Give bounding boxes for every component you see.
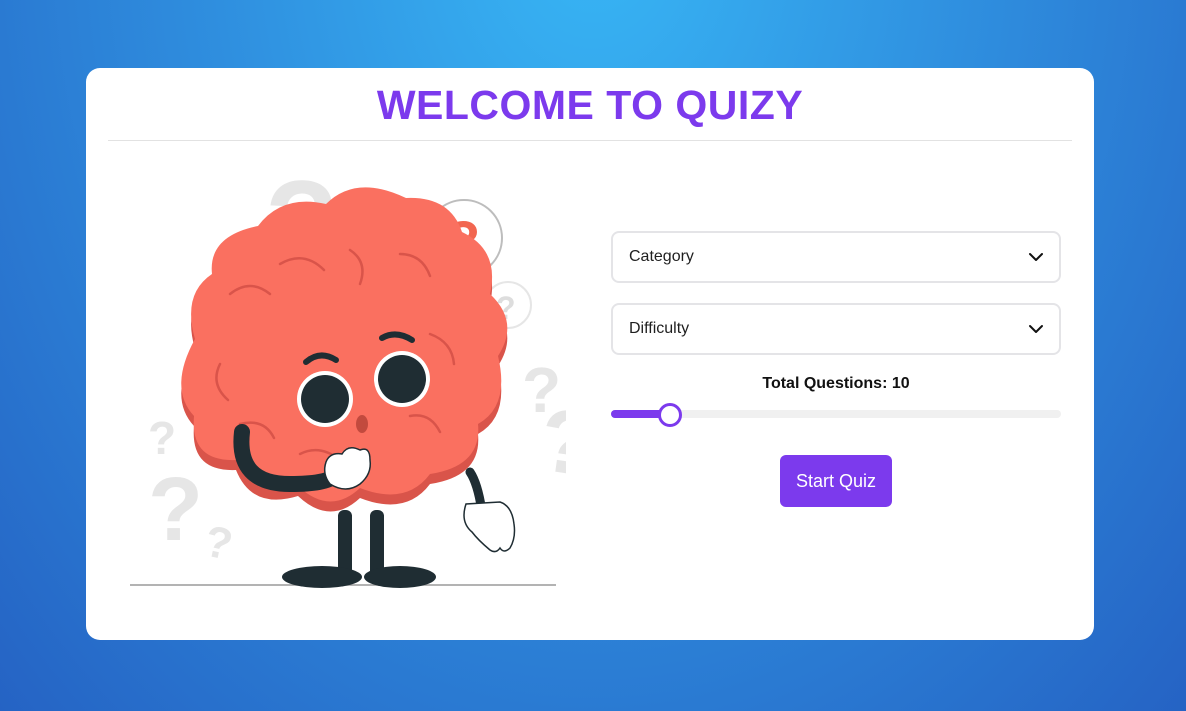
page-title: WELCOME TO QUIZY	[376, 82, 804, 128]
slider-thumb[interactable]	[657, 403, 682, 427]
thinking-brain-illustration: ? ? ? ? ? ? ? ? ? ?	[130, 156, 566, 588]
chevron-down-icon	[1029, 325, 1043, 333]
svg-text:?: ?	[148, 412, 176, 464]
question-count-slider[interactable]	[611, 403, 1061, 427]
start-quiz-button[interactable]: Start Quiz	[779, 455, 893, 507]
quiz-settings-form: Category Difficulty Total Questions: 10 …	[611, 231, 1061, 507]
category-select[interactable]: Category	[611, 231, 1061, 283]
svg-text:?: ?	[148, 460, 203, 560]
difficulty-select-value: Difficulty	[629, 320, 690, 337]
difficulty-select[interactable]: Difficulty	[611, 303, 1061, 355]
svg-text:?: ?	[200, 516, 236, 570]
brain-legs	[282, 510, 436, 588]
category-select-value: Category	[629, 248, 694, 265]
brain-right-arm	[463, 467, 516, 553]
chevron-down-icon	[1029, 253, 1043, 261]
title-divider	[108, 140, 1072, 141]
total-questions-label: Total Questions: 10	[762, 375, 910, 392]
welcome-card: WELCOME TO QUIZY ? ? ? ? ? ? ? ? ? ?	[86, 68, 1094, 640]
